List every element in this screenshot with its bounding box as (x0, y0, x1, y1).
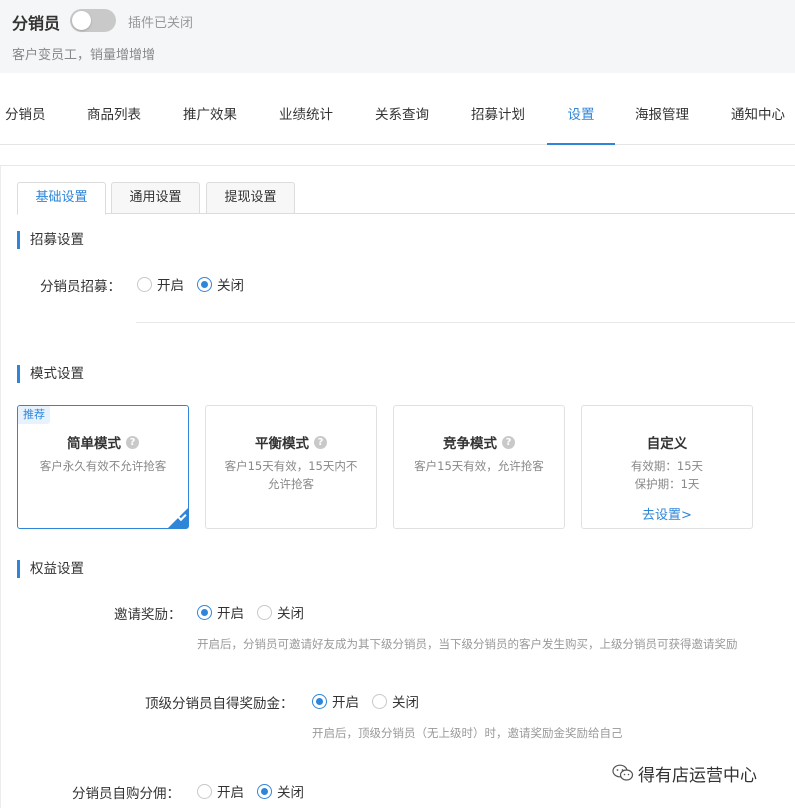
subtab-basic[interactable]: 基础设置 (17, 182, 106, 215)
plugin-toggle[interactable] (70, 9, 116, 32)
mode-card-simple[interactable]: 推荐 简单模式 ? 客户永久有效不允许抢客 (17, 405, 189, 529)
custom-valid-period: 有效期：15天 (630, 459, 704, 473)
section-divider (136, 322, 795, 323)
mode-card-title: 竞争模式 ? (394, 432, 564, 452)
section-title-rights: 权益设置 (17, 560, 84, 578)
self-commission-radio-on[interactable]: 开启 (197, 782, 244, 801)
radio-label: 开启 (332, 695, 359, 711)
mode-card-title-text: 平衡模式 (255, 436, 309, 452)
radio-circle (197, 276, 212, 292)
mode-card-desc: 客户15天有效，允许抢客 (414, 459, 544, 473)
help-icon[interactable]: ? (126, 435, 139, 449)
mode-card-custom[interactable]: 自定义 有效期：15天 保护期：1天 去设置> (581, 405, 753, 529)
radio-label: 关闭 (277, 606, 304, 622)
top-reward-hint: 开启后，顶级分销员（无上级时）时，邀请奖励金奖励给自己 (312, 726, 623, 740)
invite-reward-label: 邀请奖励： (114, 607, 182, 623)
radio-circle (372, 693, 387, 709)
mode-card-title-text: 竞争模式 (443, 436, 497, 452)
invite-reward-radio-on[interactable]: 开启 (197, 603, 244, 622)
mode-card-balanced[interactable]: 平衡模式 ? 客户15天有效，15天内不允许抢客 (205, 405, 377, 529)
section-title-mode: 模式设置 (17, 365, 84, 383)
tab-products[interactable]: 商品列表 (87, 88, 141, 145)
radio-label: 关闭 (392, 695, 419, 711)
top-reward-label: 顶级分销员自得奖励金： (145, 696, 294, 712)
subtab-general[interactable]: 通用设置 (111, 182, 200, 214)
tab-settings[interactable]: 设置 (547, 88, 615, 145)
watermark-text: 得有店运营中心 (638, 765, 757, 786)
radio-label: 开启 (157, 278, 184, 294)
mode-card-competitive[interactable]: 竞争模式 ? 客户15天有效，允许抢客 (393, 405, 565, 529)
radio-circle (257, 604, 272, 620)
radio-circle (197, 604, 212, 620)
top-reward-radio-off[interactable]: 关闭 (372, 692, 419, 711)
wechat-icon (612, 764, 634, 781)
radio-label: 开启 (217, 606, 244, 622)
mode-card-title: 自定义 (582, 432, 752, 452)
page-title: 分销员 (12, 14, 61, 33)
radio-label: 关闭 (217, 278, 244, 294)
mode-card-title-text: 简单模式 (67, 436, 121, 452)
watermark: 得有店运营中心 (612, 760, 757, 786)
tab-distributors[interactable]: 分销员 (5, 88, 46, 145)
self-commission-radio-off[interactable]: 关闭 (257, 782, 304, 801)
radio-circle (197, 783, 212, 799)
mode-card-desc: 客户永久有效不允许抢客 (39, 459, 167, 473)
help-icon[interactable]: ? (502, 435, 515, 449)
invite-reward-hint: 开启后，分销员可邀请好友成为其下级分销员，当下级分销员的客户发生购买，上级分销员… (197, 637, 738, 651)
help-icon[interactable]: ? (314, 435, 327, 449)
plugin-status: 插件已关闭 (128, 16, 194, 31)
tab-performance[interactable]: 业绩统计 (279, 88, 333, 145)
plugin-header: 分销员 插件已关闭 客户变员工，销量增增增 (0, 0, 795, 73)
self-commission-label: 分销员自购分佣： (72, 786, 180, 802)
toggle-knob (72, 11, 91, 30)
invite-reward-radio-off[interactable]: 关闭 (257, 603, 304, 622)
recruit-field-label: 分销员招募： (40, 279, 121, 295)
custom-protect-period: 保护期：1天 (634, 477, 700, 491)
subtab-withdraw[interactable]: 提现设置 (206, 182, 295, 214)
tab-relations[interactable]: 关系查询 (375, 88, 429, 145)
top-reward-radio-on[interactable]: 开启 (312, 692, 359, 711)
recruit-radio-off[interactable]: 关闭 (197, 275, 244, 294)
radio-label: 关闭 (277, 785, 304, 801)
mode-card-desc: 有效期：15天 保护期：1天 (590, 457, 744, 493)
mode-card-desc: 客户15天有效，15天内不允许抢客 (224, 459, 358, 491)
recommend-badge: 推荐 (18, 406, 50, 424)
radio-circle (312, 693, 327, 709)
tab-recruit-plan[interactable]: 招募计划 (471, 88, 525, 145)
radio-circle (137, 276, 152, 292)
radio-circle (257, 783, 272, 799)
radio-label: 开启 (217, 785, 244, 801)
tab-posters[interactable]: 海报管理 (635, 88, 689, 145)
tab-notifications[interactable]: 通知中心 (731, 88, 785, 145)
selected-check-icon (168, 508, 188, 528)
tab-promotion[interactable]: 推广效果 (183, 88, 237, 145)
main-nav: 分销员 商品列表 推广效果 业绩统计 关系查询 招募计划 设置 海报管理 通知中… (0, 88, 795, 145)
mode-card-title-text: 自定义 (646, 436, 688, 452)
section-title-recruit: 招募设置 (17, 231, 84, 249)
mode-card-title: 简单模式 ? (18, 432, 188, 452)
custom-settings-link[interactable]: 去设置> (582, 504, 752, 523)
mode-card-title: 平衡模式 ? (206, 432, 376, 452)
page-subtitle: 客户变员工，销量增增增 (12, 48, 156, 63)
recruit-radio-on[interactable]: 开启 (137, 275, 184, 294)
